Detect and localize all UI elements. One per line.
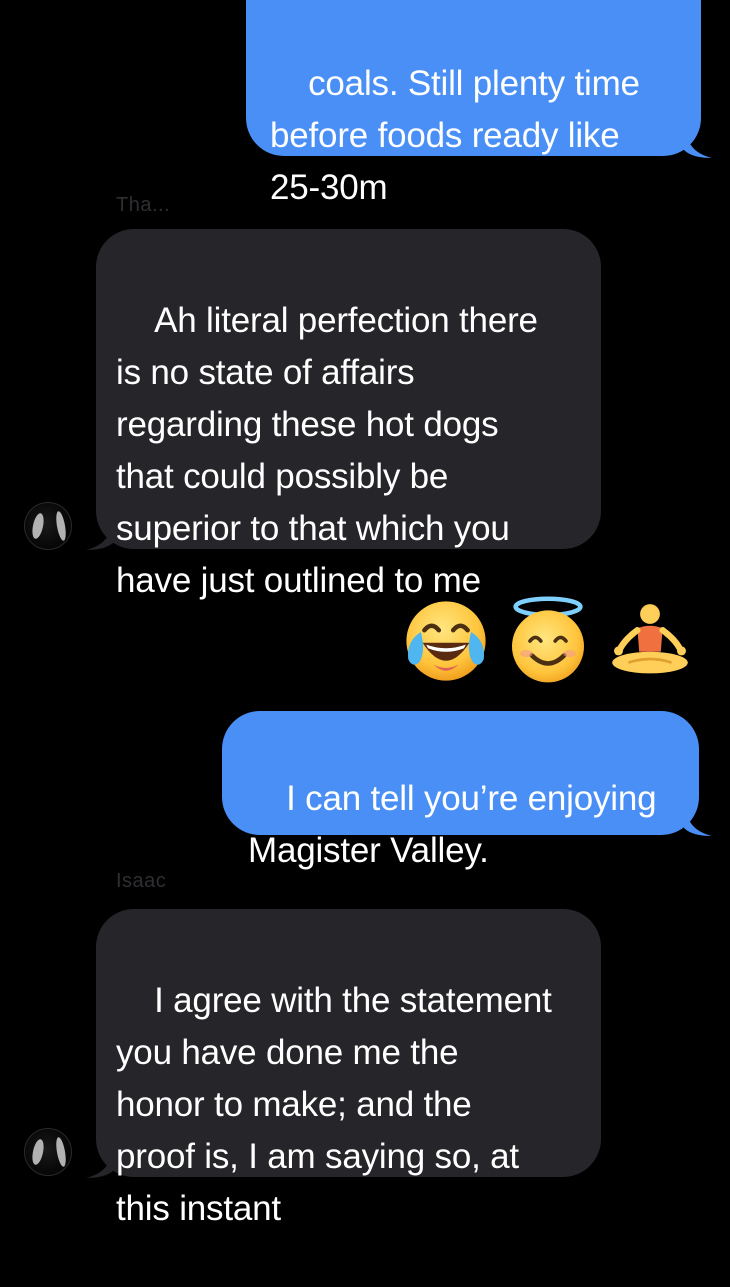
smiling-face-with-halo-emoji [512, 596, 584, 683]
outgoing-message-bubble[interactable]: coals. Still plenty time before foods re… [246, 0, 701, 207]
message-thread[interactable]: coals. Still plenty time before foods re… [0, 0, 730, 1228]
incoming-bubble-tail [86, 1148, 114, 1178]
message-text: I can tell you’re enjoying Magister Vall… [248, 779, 657, 870]
sender-name: Isaac [116, 870, 167, 892]
incoming-bubble-tail [86, 520, 114, 550]
face-with-tears-of-joy-emoji [406, 601, 486, 681]
contact-avatar[interactable] [24, 502, 72, 550]
message-text: I agree with the statement you have done… [116, 981, 552, 1228]
message-text: Ah literal perfection there is no state … [116, 301, 538, 600]
person-in-lotus-position-emoji [612, 604, 688, 674]
incoming-message-bubble[interactable]: Ah literal perfection there is no state … [96, 229, 601, 600]
outgoing-bubble-tail [684, 806, 712, 836]
emoji-message[interactable] [398, 596, 698, 686]
incoming-message-bubble[interactable]: I agree with the statement you have done… [96, 909, 601, 1228]
sender-name: Tha... [116, 194, 171, 216]
message-text: coals. Still plenty time before foods re… [270, 64, 640, 207]
outgoing-bubble-tail [684, 128, 712, 158]
contact-avatar[interactable] [24, 1128, 72, 1176]
outgoing-message-bubble[interactable]: I can tell you’re enjoying Magister Vall… [222, 711, 699, 870]
